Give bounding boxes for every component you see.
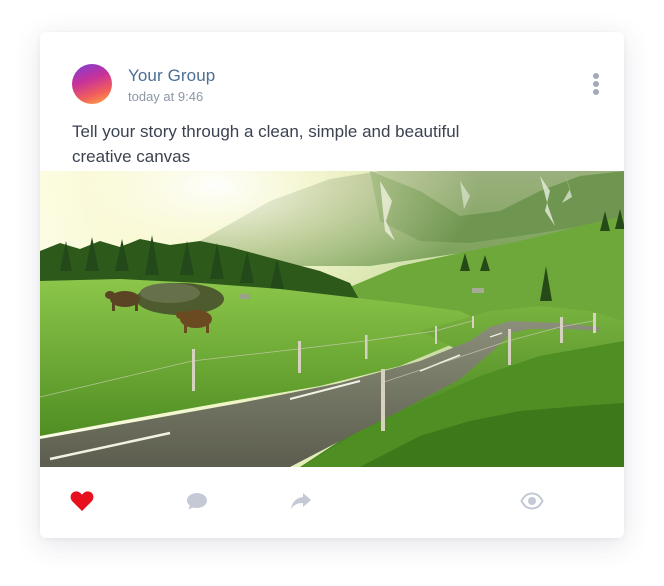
post-card: Your Group today at 9:46 Tell your story… <box>40 32 624 538</box>
comment-icon <box>187 493 207 510</box>
more-vertical-icon <box>593 73 599 79</box>
more-vertical-icon-dot <box>593 81 599 87</box>
eye-icon <box>520 492 544 510</box>
comment-button[interactable] <box>186 490 208 517</box>
group-avatar[interactable] <box>72 64 112 104</box>
share-icon <box>291 493 311 509</box>
post-text: Tell your story through a clean, simple … <box>72 122 460 166</box>
more-vertical-icon-dot <box>593 89 599 95</box>
post-image[interactable] <box>40 171 624 467</box>
views-button[interactable] <box>520 490 544 517</box>
group-name-link[interactable]: Your Group <box>128 66 215 86</box>
heart-icon <box>70 491 94 511</box>
more-options-button[interactable] <box>588 72 604 96</box>
like-button[interactable] <box>70 490 94 517</box>
post-timestamp[interactable]: today at 9:46 <box>128 89 203 104</box>
share-button[interactable] <box>289 490 313 517</box>
